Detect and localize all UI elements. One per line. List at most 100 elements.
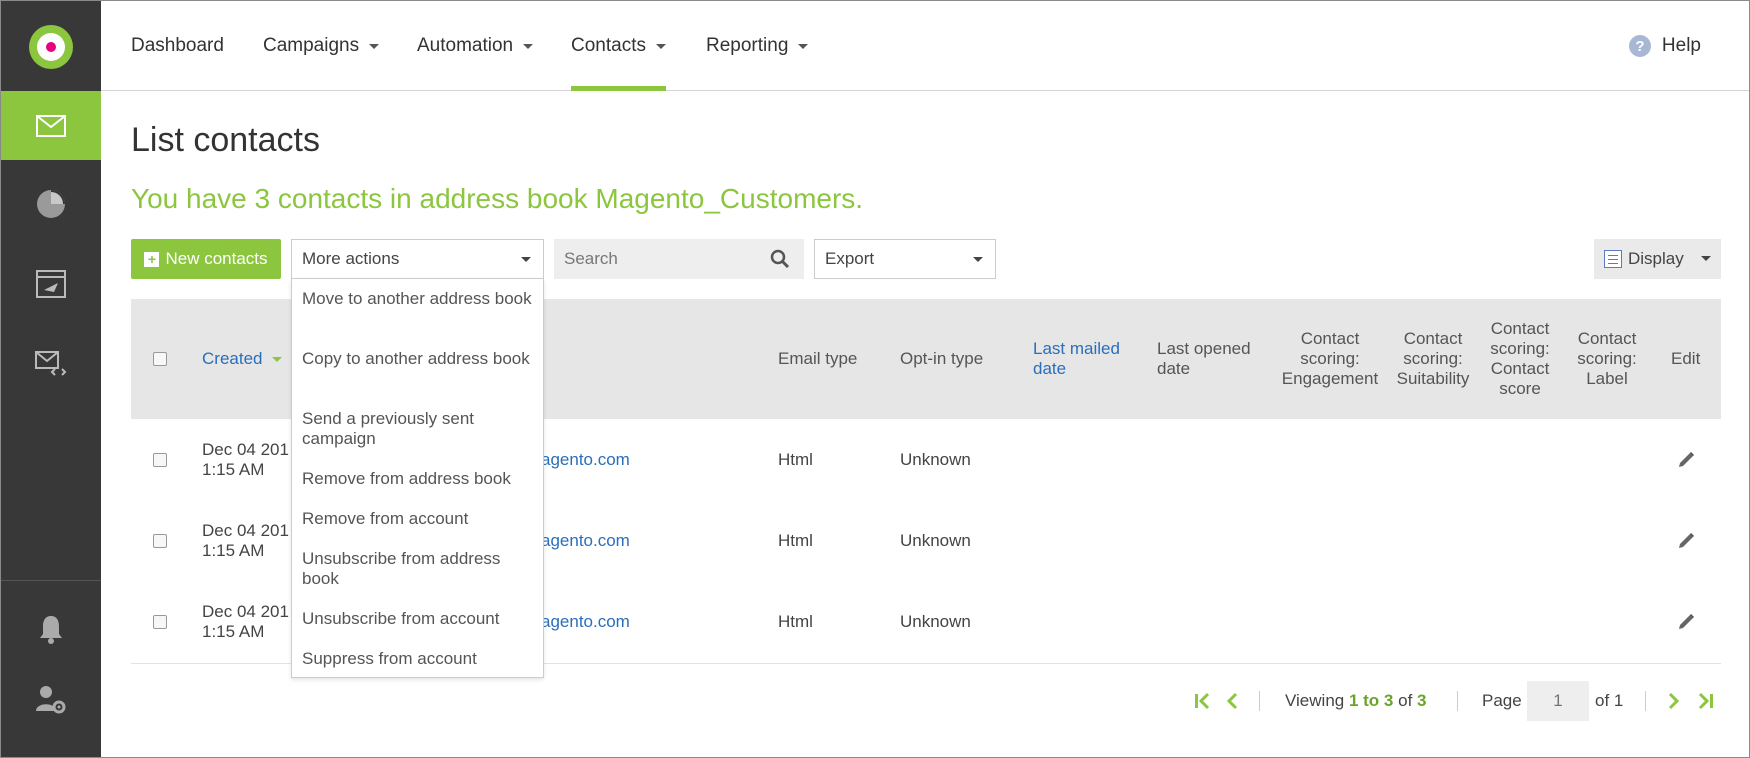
header-created-label: Created xyxy=(202,349,263,368)
email-type-cell: Html xyxy=(778,449,813,469)
list-icon xyxy=(1604,250,1622,268)
email-link[interactable]: agento.com xyxy=(541,500,630,581)
email-link[interactable]: agento.com xyxy=(541,419,630,500)
sidebar-item-templates[interactable] xyxy=(1,329,101,398)
header-optin-type[interactable]: Opt-in type xyxy=(900,299,1015,419)
display-label: Display xyxy=(1628,249,1684,268)
nav-dashboard[interactable]: Dashboard xyxy=(131,1,224,91)
help-link[interactable]: ? Help xyxy=(1628,1,1701,91)
row-checkbox[interactable] xyxy=(153,533,167,548)
edit-button[interactable] xyxy=(1676,500,1696,581)
header-created[interactable]: Created xyxy=(202,299,283,419)
select-all-checkbox-cell xyxy=(153,299,167,419)
edit-button[interactable] xyxy=(1676,419,1696,500)
export-label: Export xyxy=(825,249,875,268)
menu-item-suppress[interactable]: Suppress from account xyxy=(302,649,532,669)
search-input[interactable] xyxy=(564,249,764,269)
created-cell: Dec 04 201 1:15 AM xyxy=(202,419,289,500)
bell-icon xyxy=(40,615,62,644)
row-checkbox-cell xyxy=(153,419,167,500)
email-type-cell: Html xyxy=(778,530,813,550)
header-contact-score[interactable]: Contact scoring: Contact score xyxy=(1487,299,1553,419)
export-dropdown[interactable]: Export xyxy=(814,239,996,279)
sidebar-item-email[interactable] xyxy=(1,91,101,160)
envelope-code-icon xyxy=(35,350,67,376)
first-page-button[interactable] xyxy=(1193,681,1211,721)
pager-divider xyxy=(1645,691,1646,711)
pencil-icon xyxy=(1679,451,1694,467)
next-page-button[interactable] xyxy=(1667,681,1681,721)
menu-item-remove-address-book[interactable]: Remove from address book xyxy=(302,469,532,489)
header-label[interactable]: Contact scoring: Label xyxy=(1567,299,1647,419)
select-all-checkbox[interactable] xyxy=(153,352,167,366)
pager-divider xyxy=(1457,691,1458,711)
email-link[interactable]: agento.com xyxy=(541,581,630,662)
header-email-type[interactable]: Email type xyxy=(778,299,878,419)
nav-dashboard-label: Dashboard xyxy=(131,35,224,56)
menu-item-remove-account[interactable]: Remove from account xyxy=(302,509,532,529)
last-page-button[interactable] xyxy=(1697,681,1715,721)
chevron-down-icon xyxy=(369,43,380,49)
menu-item-unsubscribe-address-book[interactable]: Unsubscribe from address book xyxy=(302,549,532,589)
email-type-cell: Html xyxy=(778,611,813,631)
sidebar-item-reporting[interactable] xyxy=(1,169,101,238)
prev-page-button[interactable] xyxy=(1225,681,1239,721)
menu-item-unsubscribe-account[interactable]: Unsubscribe from account xyxy=(302,609,532,629)
page-number-input[interactable] xyxy=(1527,681,1589,721)
envelope-icon xyxy=(36,114,66,137)
sidebar-item-automation[interactable] xyxy=(1,249,101,318)
header-engagement[interactable]: Contact scoring: Engagement xyxy=(1277,299,1383,419)
header-last-opened[interactable]: Last opened date xyxy=(1157,299,1267,419)
created-cell: Dec 04 201 1:15 AM xyxy=(202,500,289,581)
menu-item-move[interactable]: Move to another address book xyxy=(302,289,532,309)
pie-chart-icon xyxy=(37,189,65,218)
display-dropdown[interactable]: Display xyxy=(1594,239,1721,279)
logo[interactable] xyxy=(29,25,73,69)
pagination: Viewing 1 to 3 of 3 Page of 1 xyxy=(1,681,1749,721)
sidebar-divider xyxy=(1,580,101,581)
last-page-icon xyxy=(1698,692,1713,710)
header-last-mailed[interactable]: Last mailed date xyxy=(1033,299,1138,419)
row-checkbox-cell xyxy=(153,581,167,662)
more-actions-dropdown[interactable]: More actions xyxy=(291,239,544,279)
header-edit: Edit xyxy=(1671,349,1701,368)
row-checkbox[interactable] xyxy=(153,452,167,467)
nav-campaigns[interactable]: Campaigns xyxy=(263,1,380,91)
search-box xyxy=(554,239,804,279)
browser-plane-icon xyxy=(36,269,66,298)
header-suitability[interactable]: Contact scoring: Suitability xyxy=(1393,299,1473,419)
menu-item-send-campaign[interactable]: Send a previously sent campaign xyxy=(302,409,532,449)
new-contacts-label: New contacts xyxy=(165,249,268,268)
page-title: List contacts xyxy=(131,121,320,159)
nav-contacts-label: Contacts xyxy=(571,35,646,56)
first-page-icon xyxy=(1195,692,1210,710)
nav-reporting[interactable]: Reporting xyxy=(706,1,809,91)
new-contacts-button[interactable]: + New contacts xyxy=(131,239,281,279)
plus-icon: + xyxy=(144,251,160,267)
chevron-right-icon xyxy=(1668,692,1680,710)
pencil-icon xyxy=(1679,532,1694,548)
row-checkbox[interactable] xyxy=(153,614,167,629)
created-time: 1:15 AM xyxy=(202,459,265,479)
pencil-icon xyxy=(1679,613,1694,629)
chevron-down-icon xyxy=(798,43,809,49)
optin-type-cell: Unknown xyxy=(900,530,971,550)
nav-automation[interactable]: Automation xyxy=(417,1,534,91)
created-date: Dec 04 201 xyxy=(202,601,289,621)
nav-contacts[interactable]: Contacts xyxy=(571,1,666,91)
nav-reporting-label: Reporting xyxy=(706,35,789,56)
total-count: 3 xyxy=(1417,691,1427,710)
row-checkbox-cell xyxy=(153,500,167,581)
more-actions-menu: Move to another address book Copy to ano… xyxy=(291,278,544,678)
contact-count-summary: You have 3 contacts in address book Mage… xyxy=(131,183,864,214)
sidebar-item-notifications[interactable] xyxy=(1,594,101,663)
optin-type-cell: Unknown xyxy=(900,611,971,631)
menu-item-copy[interactable]: Copy to another address book xyxy=(302,349,532,369)
sidebar xyxy=(1,1,101,757)
search-icon[interactable] xyxy=(770,249,790,269)
chevron-down-icon xyxy=(973,257,983,262)
more-actions-label: More actions xyxy=(302,249,400,268)
edit-button[interactable] xyxy=(1676,581,1696,662)
created-date: Dec 04 201 xyxy=(202,520,289,540)
help-label: Help xyxy=(1661,35,1701,56)
